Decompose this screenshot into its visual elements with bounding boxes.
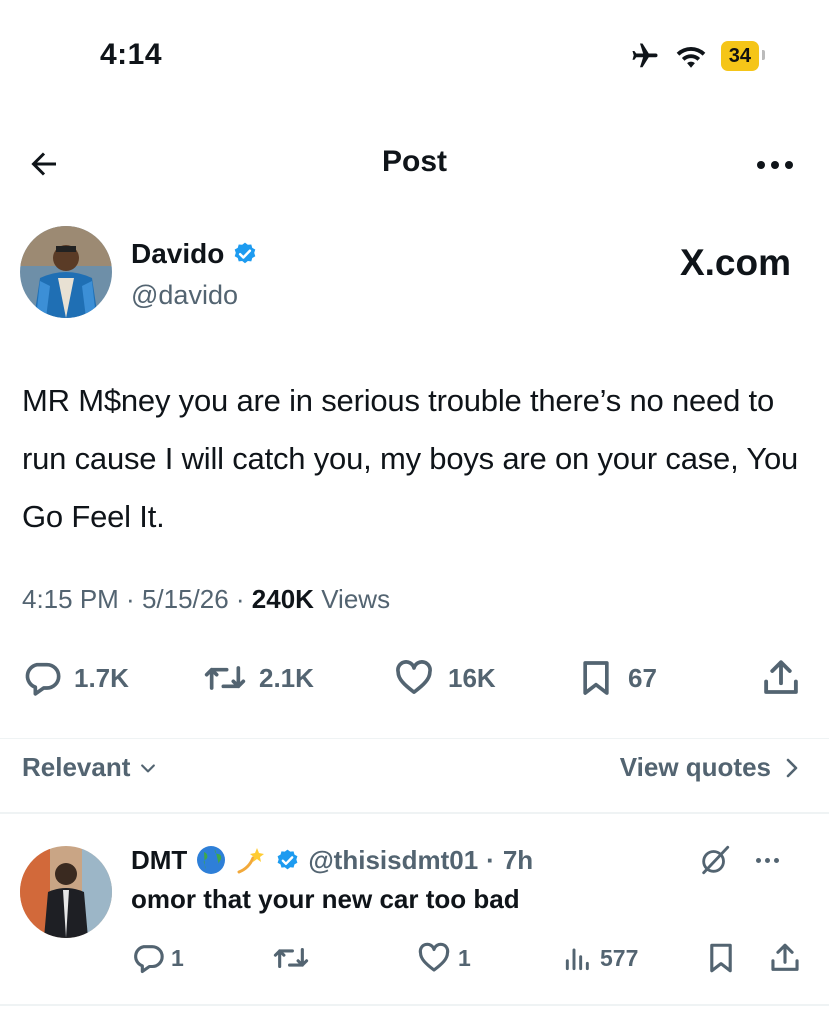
divider [0,812,829,814]
reply-views-count: 577 [600,944,639,971]
reply-reply-count: 1 [171,944,184,971]
tweet-time: 4:15 PM [22,584,119,614]
more-icon[interactable] [757,145,793,185]
reply-time: 7h [502,844,534,875]
bookmark-count: 67 [628,662,657,693]
like-button[interactable]: 16K [392,656,496,700]
view-quotes-label: View quotes [619,752,771,782]
reply-like-button[interactable]: 1 [416,938,471,978]
airplane-icon [632,43,658,68]
reply-reply-button[interactable]: 1 [131,938,184,978]
more-icon[interactable] [756,857,779,863]
reply-separator: · [486,844,495,875]
watermark: X.com [680,242,791,284]
divider [0,738,829,739]
reply-button[interactable]: 1.7K [22,656,129,700]
sort-label: Relevant [22,752,131,782]
meta-separator: · [118,584,142,614]
repost-count: 2.1K [259,662,314,693]
author-name[interactable]: Davido [131,238,224,270]
chevron-right-icon [786,758,798,777]
globe-icon [197,846,226,874]
reply-bookmark-button[interactable] [704,938,738,978]
wifi-icon [676,47,706,68]
avatar[interactable] [20,226,112,318]
reply-count: 1.7K [74,662,129,693]
reply-views-button[interactable]: 577 [562,938,638,978]
views-label: Views [321,584,391,614]
xcom-text: X.com [679,242,791,283]
divider [0,1004,829,1006]
share-button[interactable] [760,656,802,700]
reply-share-button[interactable] [768,938,802,978]
share-icon [771,943,799,971]
chevron-down-icon [141,763,156,772]
reply-header: DMT @thisisdmt01 · 7h [131,842,533,878]
reply-repost-button[interactable] [272,938,310,978]
reply-avatar[interactable] [20,846,112,938]
verified-badge-icon [235,242,256,264]
reply-icon [25,662,61,696]
reply-like-count: 1 [458,944,471,971]
tweet-views: 240K [251,584,314,614]
verified-badge-icon [277,849,298,869]
battery-icon: 34 [720,41,766,71]
author-name-row[interactable]: Davido [131,238,258,270]
tweet-meta: 4:15 PM · 5/15/26 · 240K Views [22,584,390,615]
sort-dropdown[interactable]: Relevant [22,752,158,783]
tweet-date: 5/15/26 [141,584,229,614]
repost-icon [204,666,246,690]
status-icons: 34 [629,38,766,74]
repost-icon [273,947,309,969]
tweet-text: MR M$ney you are in serious trouble ther… [22,383,799,534]
share-icon [764,660,798,694]
dizzy-icon [237,848,265,874]
heart-icon [418,942,450,972]
reply-tools [698,840,779,880]
heart-icon [396,660,432,694]
reply-author-name[interactable]: DMT [131,845,187,876]
grok-icon[interactable] [698,843,732,877]
view-quotes-link[interactable]: View quotes [620,752,801,783]
bookmark-icon [710,943,732,973]
bookmark-button[interactable]: 67 [576,656,657,700]
page-title: Post [381,145,447,178]
reply-icon [134,945,164,974]
status-time: 4:14 [100,38,163,71]
reply-author-handle[interactable]: @thisisdmt01 [308,845,478,876]
repost-button[interactable]: 2.1K [203,656,314,700]
views-icon [565,948,589,971]
author-handle[interactable]: @davido [131,280,238,311]
bookmark-icon [583,661,609,695]
like-count: 16K [448,662,496,693]
reply-text: omor that your new car too bad [131,884,520,914]
meta-separator: · [228,584,252,614]
